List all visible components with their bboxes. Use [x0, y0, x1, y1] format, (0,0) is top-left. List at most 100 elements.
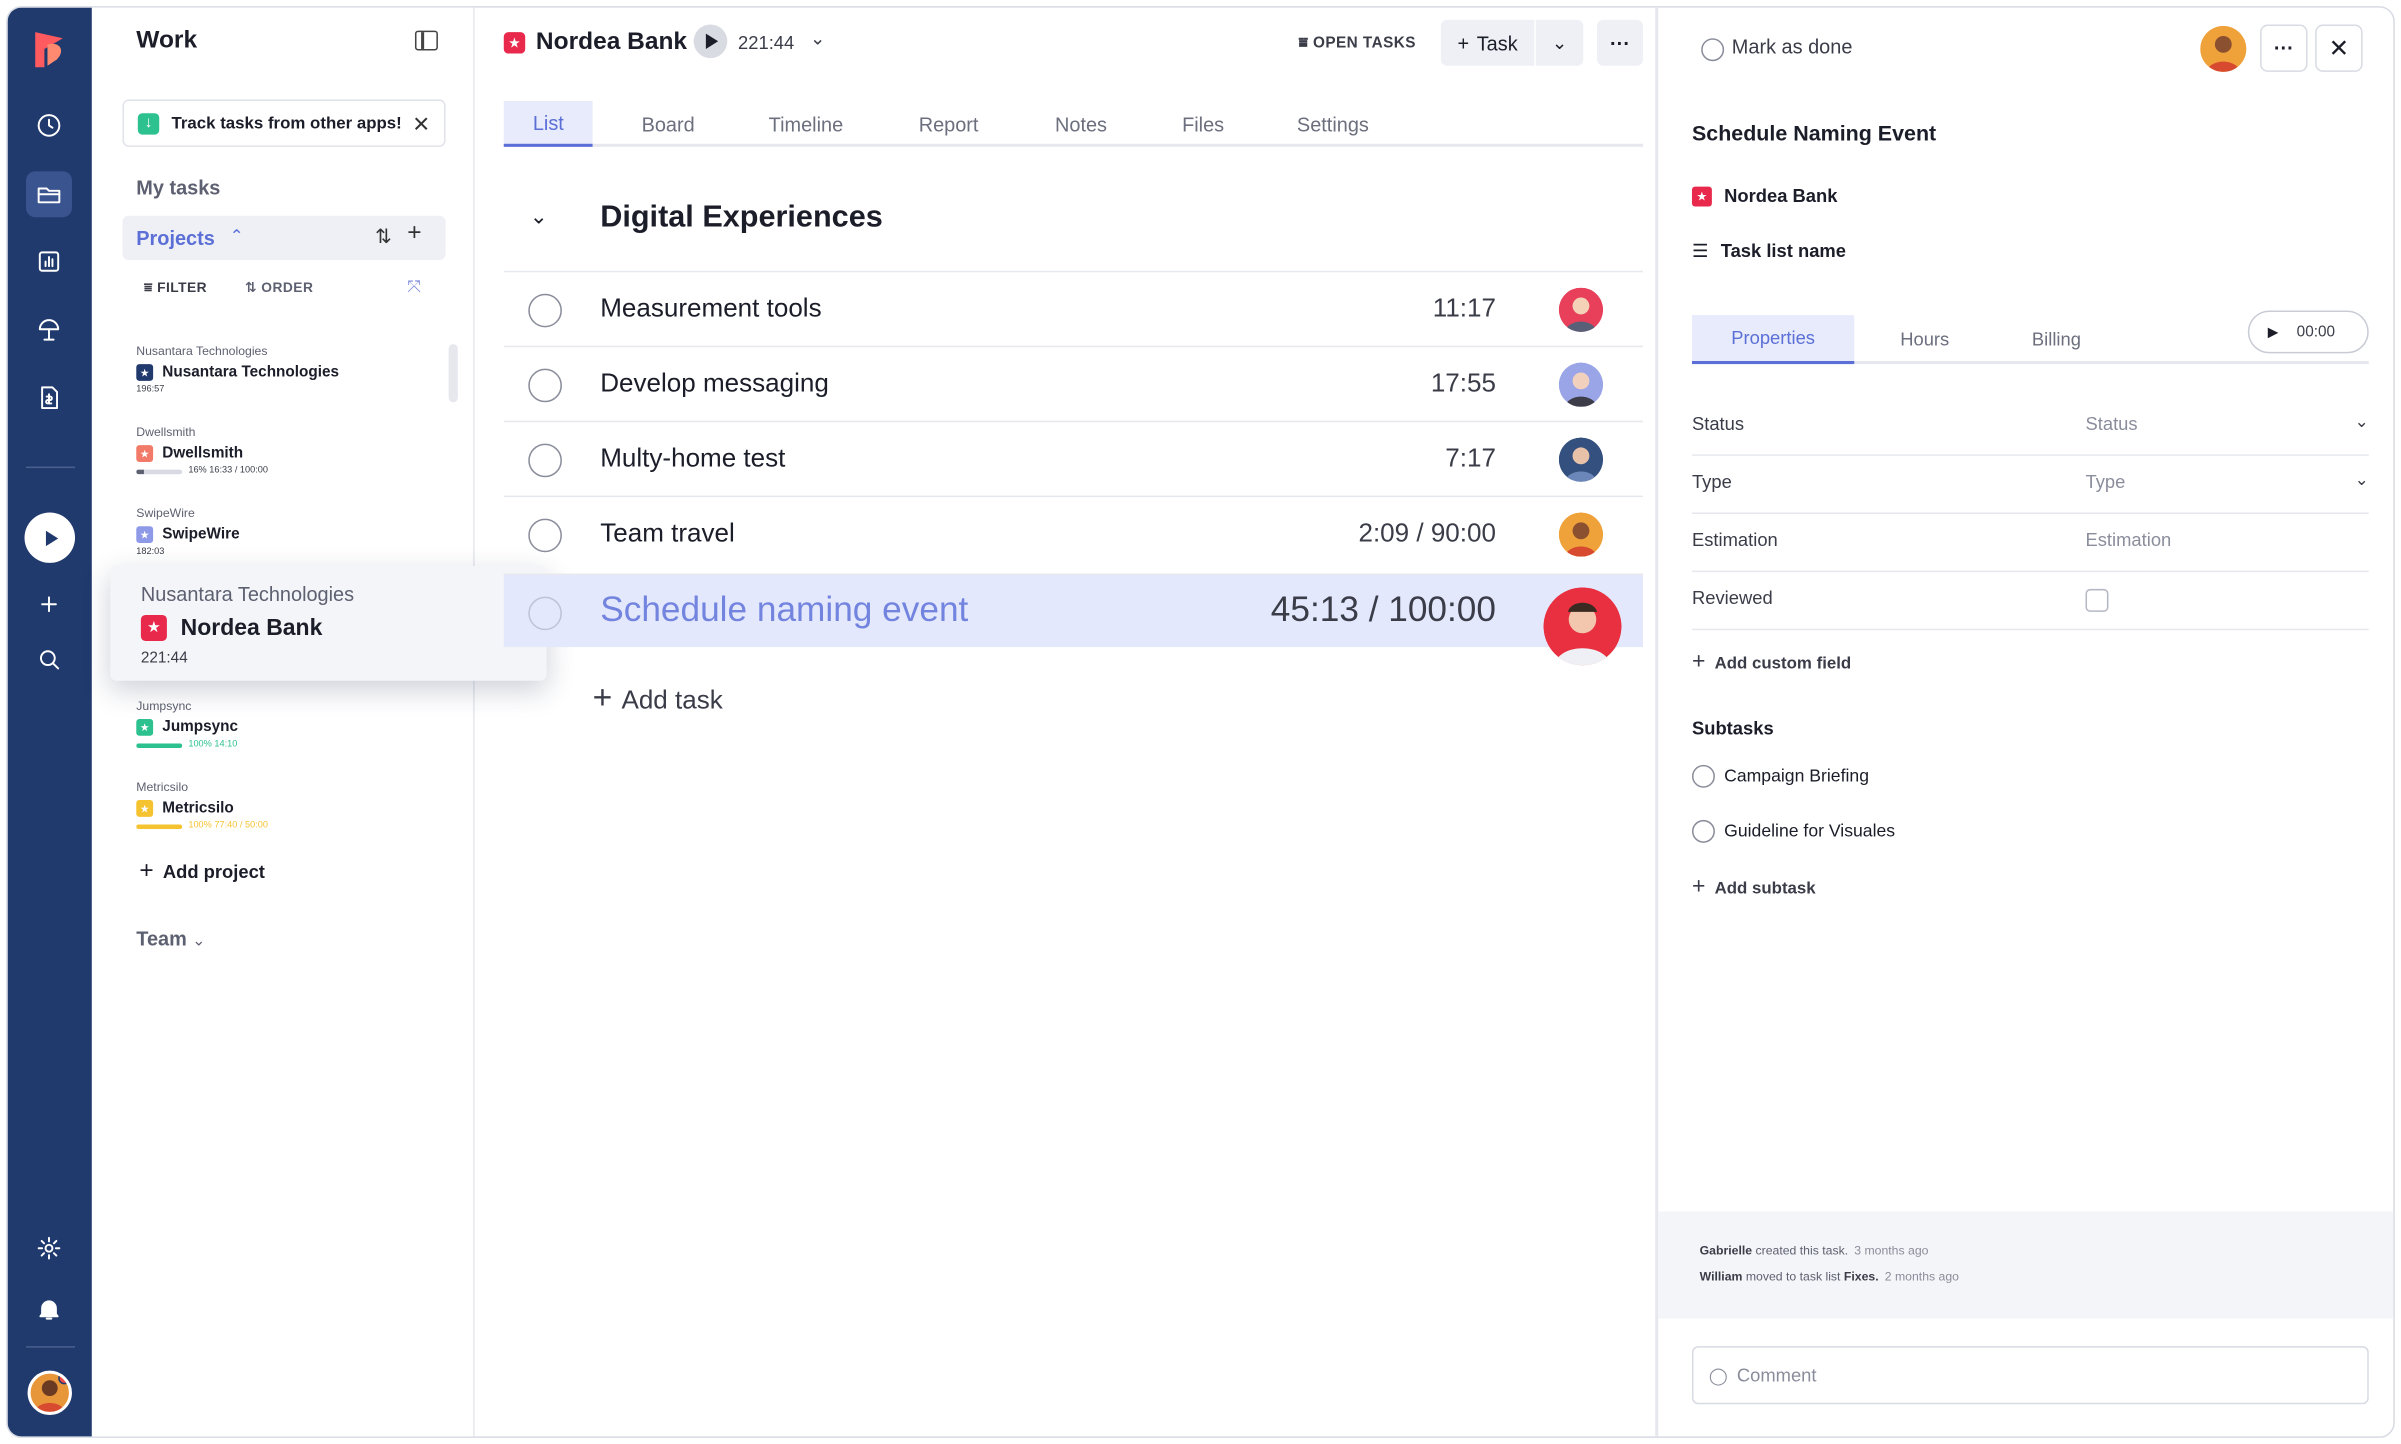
property-type[interactable]: Type Type ⌄ [1691, 456, 2369, 514]
plus-icon: + [592, 677, 613, 716]
estimation-input[interactable]: Estimation [2085, 529, 2171, 550]
property-reviewed[interactable]: Reviewed [1691, 572, 2369, 631]
search-icon[interactable] [26, 636, 72, 682]
tab-board[interactable]: Board [642, 101, 695, 147]
assignee-avatar[interactable] [1558, 362, 1604, 407]
project-item[interactable]: Dwellsmith ★ Dwellsmith 16% 16:33 / 100:0… [136, 425, 442, 476]
plus-icon[interactable] [26, 581, 72, 627]
add-subtask-button[interactable]: + Add subtask [1692, 873, 1816, 899]
close-icon[interactable]: ✕ [2315, 24, 2363, 72]
assignee-avatar[interactable] [1558, 287, 1604, 332]
task-row[interactable]: Measurement tools 11:17 [503, 270, 1643, 346]
type-select[interactable]: Type [2085, 471, 2125, 492]
project-client: Dwellsmith [136, 425, 196, 440]
assignee-avatar[interactable] [2200, 26, 2247, 72]
task-name: Team travel [600, 518, 735, 548]
gear-icon[interactable] [26, 1225, 72, 1271]
chevron-down-icon[interactable]: ⌄ [2355, 411, 2369, 431]
project-item[interactable]: Nusantara Technologies ★ Nusantara Techno… [136, 344, 442, 395]
tab-list[interactable]: List [503, 100, 593, 147]
sidebar-item-team[interactable]: Team ⌄ [136, 927, 205, 950]
project-title[interactable]: ★ Nordea Bank [503, 29, 687, 57]
tab-files[interactable]: Files [1182, 101, 1224, 147]
activity-text: moved to task list [1745, 1269, 1841, 1284]
status-select[interactable]: Status [2085, 413, 2137, 434]
project-item[interactable]: Metricsilo ★ Metricsilo 100% 77:40 / 50:0… [136, 780, 442, 831]
assignee-avatar[interactable] [1543, 587, 1622, 666]
tab-settings[interactable]: Settings [1297, 101, 1369, 147]
user-avatar[interactable] [27, 1370, 72, 1415]
app-logo-icon[interactable] [26, 26, 72, 72]
task-row-selected[interactable]: Schedule naming event 45:13 / 100:00 [503, 573, 1643, 666]
chevron-down-icon[interactable]: ⌄ [810, 28, 825, 49]
tab-hours[interactable]: Hours [1900, 315, 1949, 364]
subtask-item[interactable]: Campaign Briefing [1691, 764, 1869, 788]
chevron-up-icon[interactable]: ⌃ [230, 226, 244, 246]
folder-icon[interactable] [26, 171, 72, 218]
add-icon[interactable]: + [407, 220, 421, 248]
subtask-checkbox[interactable] [1691, 819, 1715, 843]
sidebar-toggle-icon[interactable] [414, 30, 438, 51]
project-timer-button[interactable] [693, 24, 728, 59]
task-checkbox[interactable] [528, 293, 562, 328]
tab-billing[interactable]: Billing [2032, 315, 2081, 364]
open-tasks-filter[interactable]: ⩸ OPEN TASKS [1298, 35, 1416, 52]
property-status[interactable]: Status Status ⌄ [1691, 398, 2369, 456]
order-button[interactable]: ⇅ ORDER [245, 280, 313, 297]
project-item[interactable]: SwipeWire ★ SwipeWire 182:03 [136, 506, 442, 557]
add-custom-field-button[interactable]: + Add custom field [1692, 649, 1851, 675]
tab-report[interactable]: Report [919, 101, 979, 147]
play-icon [705, 33, 718, 49]
property-estimation[interactable]: Estimation Estimation [1691, 514, 2369, 573]
add-custom-field-label: Add custom field [1714, 654, 1852, 674]
task-timer-button[interactable]: ▶ 00:00 [2247, 310, 2369, 354]
task-detail-title[interactable]: Schedule Naming Event [1692, 121, 1936, 145]
add-task-button[interactable]: + Task [1440, 19, 1535, 66]
task-checkbox[interactable] [528, 368, 562, 403]
mark-done-label[interactable]: Mark as done [1732, 35, 1853, 58]
task-detail-project[interactable]: ★ Nordea Bank [1691, 185, 1837, 207]
task-row[interactable]: Team travel 2:09 / 90:00 [503, 495, 1643, 571]
more-icon[interactable]: ··· [2260, 24, 2308, 72]
subtask-checkbox[interactable] [1691, 764, 1715, 788]
collapse-icon[interactable]: ⤧ [407, 278, 420, 298]
reports-icon[interactable] [26, 239, 72, 285]
task-row[interactable]: Multy-home test 7:17 [503, 420, 1643, 496]
integration-promo[interactable]: ↓ Track tasks from other apps! ✕ [122, 99, 446, 147]
beach-umbrella-icon[interactable] [26, 307, 72, 353]
task-row[interactable]: Develop messaging 17:55 [503, 345, 1643, 421]
subtask-item[interactable]: Guideline for Visuales [1691, 819, 1895, 843]
task-checkbox[interactable] [528, 596, 562, 631]
start-timer-button[interactable] [24, 512, 76, 563]
activity-text: created this task. [1755, 1243, 1849, 1258]
sidebar-item-my-tasks[interactable]: My tasks [136, 176, 220, 199]
task-checkbox[interactable] [528, 443, 562, 478]
chevron-down-icon[interactable]: ⌄ [530, 203, 548, 229]
assignee-avatar[interactable] [1558, 512, 1604, 557]
invoice-icon[interactable] [26, 375, 72, 421]
tab-timeline[interactable]: Timeline [769, 101, 844, 147]
rail-divider [26, 1346, 76, 1348]
more-icon[interactable]: ··· [1597, 19, 1643, 66]
task-checkbox[interactable] [528, 518, 562, 553]
bell-icon[interactable] [26, 1286, 72, 1332]
task-time: 17:55 [1430, 368, 1496, 398]
reviewed-checkbox[interactable] [2085, 588, 2109, 612]
assignee-avatar[interactable] [1558, 437, 1604, 482]
filter-button[interactable]: ⩸ FILTER [144, 280, 207, 297]
sidebar-item-projects[interactable]: Projects ⌃ ⇅ + [122, 215, 446, 261]
comment-input[interactable]: ◯ Comment [1691, 1346, 2369, 1405]
chevron-down-icon[interactable]: ⌄ [1535, 19, 1584, 66]
close-icon[interactable]: ✕ [412, 112, 430, 138]
timer-icon[interactable] [26, 102, 72, 148]
add-task-inline[interactable]: + Add task [593, 678, 723, 718]
sidebar-scrollbar[interactable] [448, 344, 458, 403]
chevron-down-icon[interactable]: ⌄ [2355, 470, 2369, 489]
project-item[interactable]: Jumpsync ★ Jumpsync 100% 14:10 [136, 699, 442, 750]
mark-done-checkbox[interactable] [1701, 38, 1725, 62]
task-detail-list[interactable]: ☰ Task list name [1692, 240, 1846, 261]
add-project-button[interactable]: + Add project [139, 858, 265, 886]
tab-properties[interactable]: Properties [1691, 315, 1855, 365]
tab-notes[interactable]: Notes [1055, 101, 1107, 147]
sort-icon[interactable]: ⇅ [375, 225, 392, 249]
